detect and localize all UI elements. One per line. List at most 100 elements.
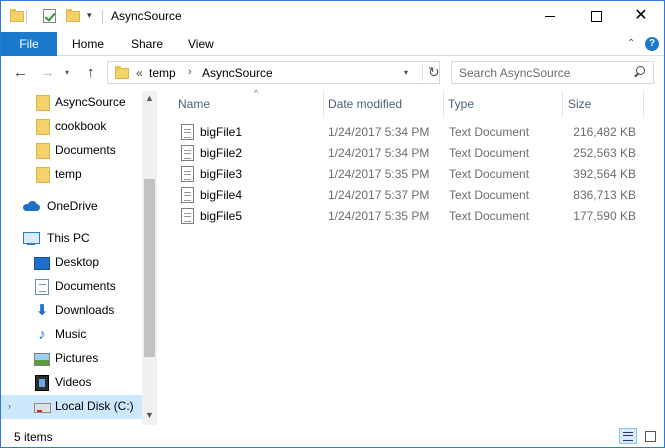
sidebar-item-label: Local Disk (C:) [55,399,134,413]
sidebar-item-label: cookbook [55,119,107,133]
file-size: 177,590 KB [573,209,636,223]
folder-icon [36,167,50,183]
recent-locations-icon[interactable]: ▾ [65,68,69,77]
breadcrumb-separator[interactable]: › [188,66,192,78]
column-header-type[interactable]: Type [444,91,563,117]
search-icon [633,66,645,78]
file-row[interactable]: bigFile3 1/24/2017 5:35 PM Text Document… [169,164,659,185]
file-type: Text Document [449,167,530,181]
file-name: bigFile5 [200,209,243,223]
address-overflow[interactable]: « [136,66,143,80]
sidebar-item-downloads[interactable]: ⬇ Downloads [1,299,142,323]
onedrive-cloud-icon [23,201,40,211]
status-bar: 5 items [1,425,664,447]
window-title: AsyncSource [111,9,182,23]
address-bar[interactable]: « temp › AsyncSource ▾ ↻ [107,61,440,84]
sidebar-item-asyncsource[interactable]: AsyncSource [1,91,142,115]
tab-file[interactable]: File [1,32,57,56]
sidebar-item-label: Music [55,327,87,341]
videos-icon [35,375,49,391]
file-date: 1/24/2017 5:34 PM [328,146,430,160]
sidebar-item-documents[interactable]: Documents [1,275,142,299]
sidebar-item-cookbook[interactable]: cookbook [1,115,142,139]
sidebar-item-label: OneDrive [47,199,98,213]
properties-icon[interactable] [42,8,58,24]
file-size: 836,713 KB [573,188,636,202]
minimize-button[interactable] [527,1,573,31]
music-icon: ♪ [38,326,46,343]
breadcrumb-temp[interactable]: temp [149,66,176,80]
sidebar-item-label: Videos [55,375,92,389]
collapse-ribbon-icon[interactable]: ⌃ [627,38,635,49]
new-folder-icon[interactable] [65,8,81,24]
sidebar-item-onedrive[interactable]: OneDrive [1,195,142,219]
sidebar-item-label: Downloads [55,303,115,317]
details-view-button[interactable] [619,428,637,444]
sidebar-item-label: Pictures [55,351,99,365]
scroll-down-icon[interactable]: ▼ [145,410,154,420]
sidebar-item-this-pc[interactable]: This PC [1,227,142,251]
column-label: Date modified [328,97,403,111]
pictures-icon [34,353,50,366]
search-input[interactable]: Search AsyncSource [459,66,570,80]
sidebar-item-desktop[interactable]: Desktop [1,251,142,275]
file-date: 1/24/2017 5:37 PM [328,188,430,202]
scroll-thumb[interactable] [144,179,155,357]
text-file-icon [181,145,194,161]
address-dropdown-icon[interactable]: ▾ [404,68,408,77]
tab-share[interactable]: Share [131,32,163,56]
file-row[interactable]: bigFile2 1/24/2017 5:34 PM Text Document… [169,143,659,164]
help-icon[interactable]: ? [645,37,659,51]
tab-home[interactable]: Home [72,32,104,56]
column-header-size[interactable]: Size [563,91,643,117]
sidebar-item-temp[interactable]: temp [1,163,142,187]
sort-ascending-icon: ^ [254,88,259,98]
sidebar-item-label: AsyncSource [55,95,126,109]
file-type: Text Document [449,209,530,223]
sidebar-scrollbar[interactable]: ▲ ▼ [142,91,157,425]
sidebar-item-music[interactable]: ♪ Music [1,323,142,347]
navigation-pane: AsyncSource cookbook Documents temp OneD… [1,91,157,425]
file-date: 1/24/2017 5:34 PM [328,125,430,139]
navigation-bar: ← → ▾ ↑ « temp › AsyncSource ▾ ↻ Search … [1,57,664,91]
column-header-name[interactable]: ^ Name [169,88,323,117]
text-file-icon [181,187,194,203]
breadcrumb-asyncsource[interactable]: AsyncSource [202,66,273,80]
sidebar-item-pictures[interactable]: Pictures [1,347,142,371]
refresh-icon[interactable]: ↻ [422,64,440,81]
sidebar-item-videos[interactable]: Videos [1,371,142,395]
close-button[interactable]: ✕ [618,1,664,31]
downloads-icon: ⬇ [35,302,49,319]
sidebar-item-label: Documents [55,279,116,293]
up-arrow-icon[interactable]: ↑ [87,64,95,81]
file-row[interactable]: bigFile5 1/24/2017 5:35 PM Text Document… [169,206,659,227]
file-row[interactable]: bigFile1 1/24/2017 5:34 PM Text Document… [169,122,659,143]
quick-access-dropdown-icon[interactable]: ▾ [87,10,92,21]
file-name: bigFile2 [200,146,243,160]
back-arrow-icon[interactable]: ← [13,64,28,81]
column-header-date-modified[interactable]: Date modified [324,91,443,117]
file-row[interactable]: bigFile4 1/24/2017 5:37 PM Text Document… [169,185,659,206]
sidebar-item-label: Desktop [55,255,100,269]
folder-icon [36,95,50,111]
hard-drive-icon [34,403,51,413]
file-type: Text Document [449,146,530,160]
folder-icon [36,119,50,135]
column-divider[interactable] [643,91,644,117]
expand-chevron-icon[interactable]: › [8,401,11,411]
file-name: bigFile4 [200,188,243,202]
scroll-up-icon[interactable]: ▲ [145,93,154,103]
large-icons-view-button[interactable] [641,428,659,444]
forward-arrow-icon[interactable]: → [40,64,55,81]
text-file-icon [181,124,194,140]
column-label: Name [178,97,211,111]
file-size: 252,563 KB [573,146,636,160]
ribbon-tabs: File Home Share View ⌃ ? [1,32,664,56]
maximize-button[interactable] [573,1,619,31]
search-box[interactable]: Search AsyncSource [451,61,654,84]
tab-view[interactable]: View [188,32,214,56]
sidebar-item-local-disk[interactable]: › Local Disk (C:) [1,395,142,419]
column-label: Size [568,97,592,111]
sidebar-item-label: Documents [55,143,116,157]
sidebar-item-documents-quick[interactable]: Documents [1,139,142,163]
